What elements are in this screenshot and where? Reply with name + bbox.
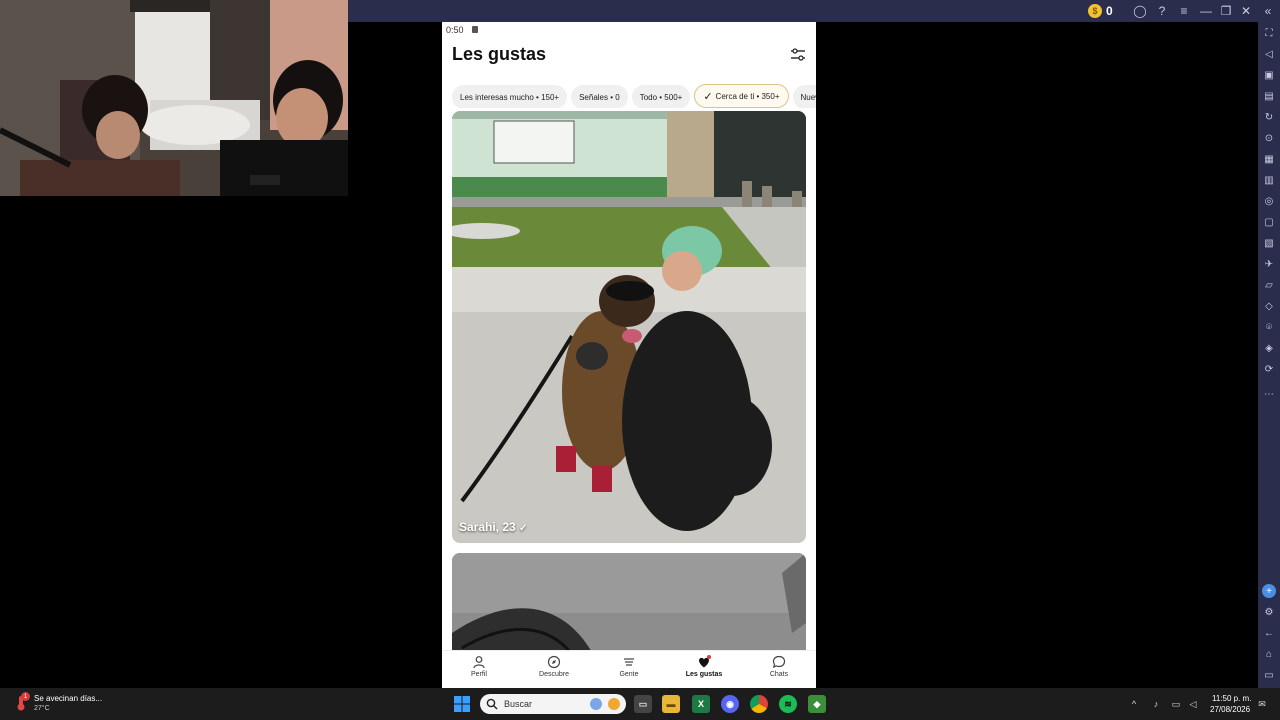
restore-icon[interactable]: ❐ <box>1218 3 1234 19</box>
profile-name: Sarahi, 23 ✓ <box>459 520 528 534</box>
excel-icon[interactable]: X <box>692 695 710 713</box>
fullscreen-icon[interactable]: ⛶ <box>1262 26 1276 40</box>
settings-icon[interactable]: ⚙ <box>1262 605 1276 619</box>
apk-icon[interactable]: ▤ <box>1262 89 1276 103</box>
chip-senales[interactable]: Señales • 0 <box>571 85 628 108</box>
more-icon[interactable]: ⋯ <box>1262 387 1276 401</box>
sync-icon[interactable]: ⟳ <box>1262 362 1276 376</box>
macro-icon[interactable]: ⊙ <box>1262 131 1276 145</box>
help-icon[interactable]: ? <box>1154 3 1170 19</box>
airplane-icon[interactable]: ✈ <box>1262 257 1276 271</box>
chip-les-interesas-mucho[interactable]: Les interesas mucho • 150+ <box>452 85 568 108</box>
search-placeholder: Buscar <box>504 699 533 709</box>
volume-icon[interactable]: ◁ <box>1262 47 1276 61</box>
heart-icon <box>699 655 711 668</box>
phone-screen: 0:50 Les gustas Les interesas mucho • 15… <box>442 22 816 688</box>
search-icon <box>486 698 498 710</box>
windows-start-icon[interactable] <box>454 696 470 712</box>
minimize-icon[interactable]: — <box>1198 3 1214 19</box>
network-icon[interactable]: ▭ <box>1170 698 1182 710</box>
menu-icon <box>624 658 634 666</box>
chip-todo[interactable]: Todo • 500+ <box>631 85 691 108</box>
bluestacks-icon[interactable]: ◆ <box>808 695 826 713</box>
location-icon[interactable]: ⌾ <box>1262 320 1276 334</box>
collapse-icon[interactable]: « <box>1260 3 1276 19</box>
chip-cerca-de-ti[interactable]: ✓ Cerca de ti • 350+ <box>694 84 789 108</box>
clock-time[interactable]: 11:50 p. m. <box>1212 694 1251 703</box>
check-icon: ✓ <box>703 90 713 103</box>
discord-icon[interactable]: ◉ <box>721 695 739 713</box>
home-icon[interactable]: ⌂ <box>1262 647 1276 661</box>
profile-photo <box>452 111 806 543</box>
record-icon[interactable]: ▢ <box>1262 215 1276 229</box>
file-explorer-icon[interactable]: ▬ <box>662 695 680 713</box>
search-highlight-icon <box>590 698 602 710</box>
filter-icon[interactable] <box>790 47 806 63</box>
microphone-icon[interactable]: ♪ <box>1150 698 1162 710</box>
taskbar-search[interactable]: Buscar <box>480 694 626 714</box>
gallery-icon[interactable]: ▧ <box>1262 236 1276 250</box>
notifications-icon[interactable]: ✉ <box>1256 698 1268 710</box>
nav-descubre[interactable]: Descubre <box>524 655 584 678</box>
status-time: 0:50 <box>446 25 464 35</box>
gamepad-icon[interactable]: ▦ <box>1262 152 1276 166</box>
close-icon[interactable]: ✕ <box>1238 3 1254 19</box>
account-icon[interactable]: ◯ <box>1132 3 1148 19</box>
filter-chips: Les interesas mucho • 150+ Señales • 0 Tod… <box>452 84 816 108</box>
layers-icon[interactable]: ◈ <box>1262 341 1276 355</box>
nav-les-gustas[interactable]: Les gustas <box>674 655 734 678</box>
compass-icon <box>547 655 561 669</box>
page-title: Les gustas <box>452 44 547 64</box>
notification-icon <box>472 26 478 33</box>
weather-temp: 27°C <box>34 705 50 712</box>
nav-chats[interactable]: Chats <box>749 655 809 678</box>
speaker-icon[interactable]: ◁ <box>1187 698 1199 710</box>
bottom-nav: Perfil Descubre Gente Les gustas Chats <box>442 650 816 688</box>
tray-overflow-icon[interactable]: ^ <box>1128 698 1140 710</box>
nav-gente[interactable]: Gente <box>599 655 659 678</box>
webcam-overlay <box>0 0 348 196</box>
chrome-icon[interactable] <box>750 695 768 713</box>
multi-instance-icon[interactable]: ▱ <box>1262 278 1276 292</box>
menu-icon[interactable]: ≡ <box>1176 3 1192 19</box>
back-icon[interactable]: ← <box>1262 626 1276 640</box>
task-view-icon[interactable]: ▭ <box>634 695 652 713</box>
weather-title[interactable]: Se avecinan días... <box>34 694 102 703</box>
screenshot-icon[interactable]: ◎ <box>1262 194 1276 208</box>
performance-icon[interactable]: ▥ <box>1262 173 1276 187</box>
chip-nuevos[interactable]: Nuevos • <box>792 85 816 108</box>
spotify-icon[interactable]: ≋ <box>779 695 797 713</box>
eraser-icon[interactable]: ◇ <box>1262 299 1276 313</box>
nav-perfil[interactable]: Perfil <box>449 655 509 678</box>
verified-icon: ✓ <box>519 523 528 534</box>
weather-badge: 1 <box>21 692 30 701</box>
clock-date[interactable]: 27/08/2026 <box>1210 705 1250 714</box>
coin-count: 0 <box>1106 4 1113 18</box>
search-decoration-icon <box>608 698 620 710</box>
person-icon <box>473 656 485 669</box>
coin-icon: $ <box>1088 4 1102 18</box>
profile-card[interactable]: Sarahi, 23 ✓ <box>452 111 806 543</box>
media-icon[interactable]: ▣ <box>1262 68 1276 82</box>
chat-icon <box>772 655 786 669</box>
recents-icon[interactable]: ▭ <box>1262 668 1276 682</box>
assistant-icon[interactable]: + <box>1262 584 1276 598</box>
rotate-icon[interactable]: ↻ <box>1262 110 1276 124</box>
